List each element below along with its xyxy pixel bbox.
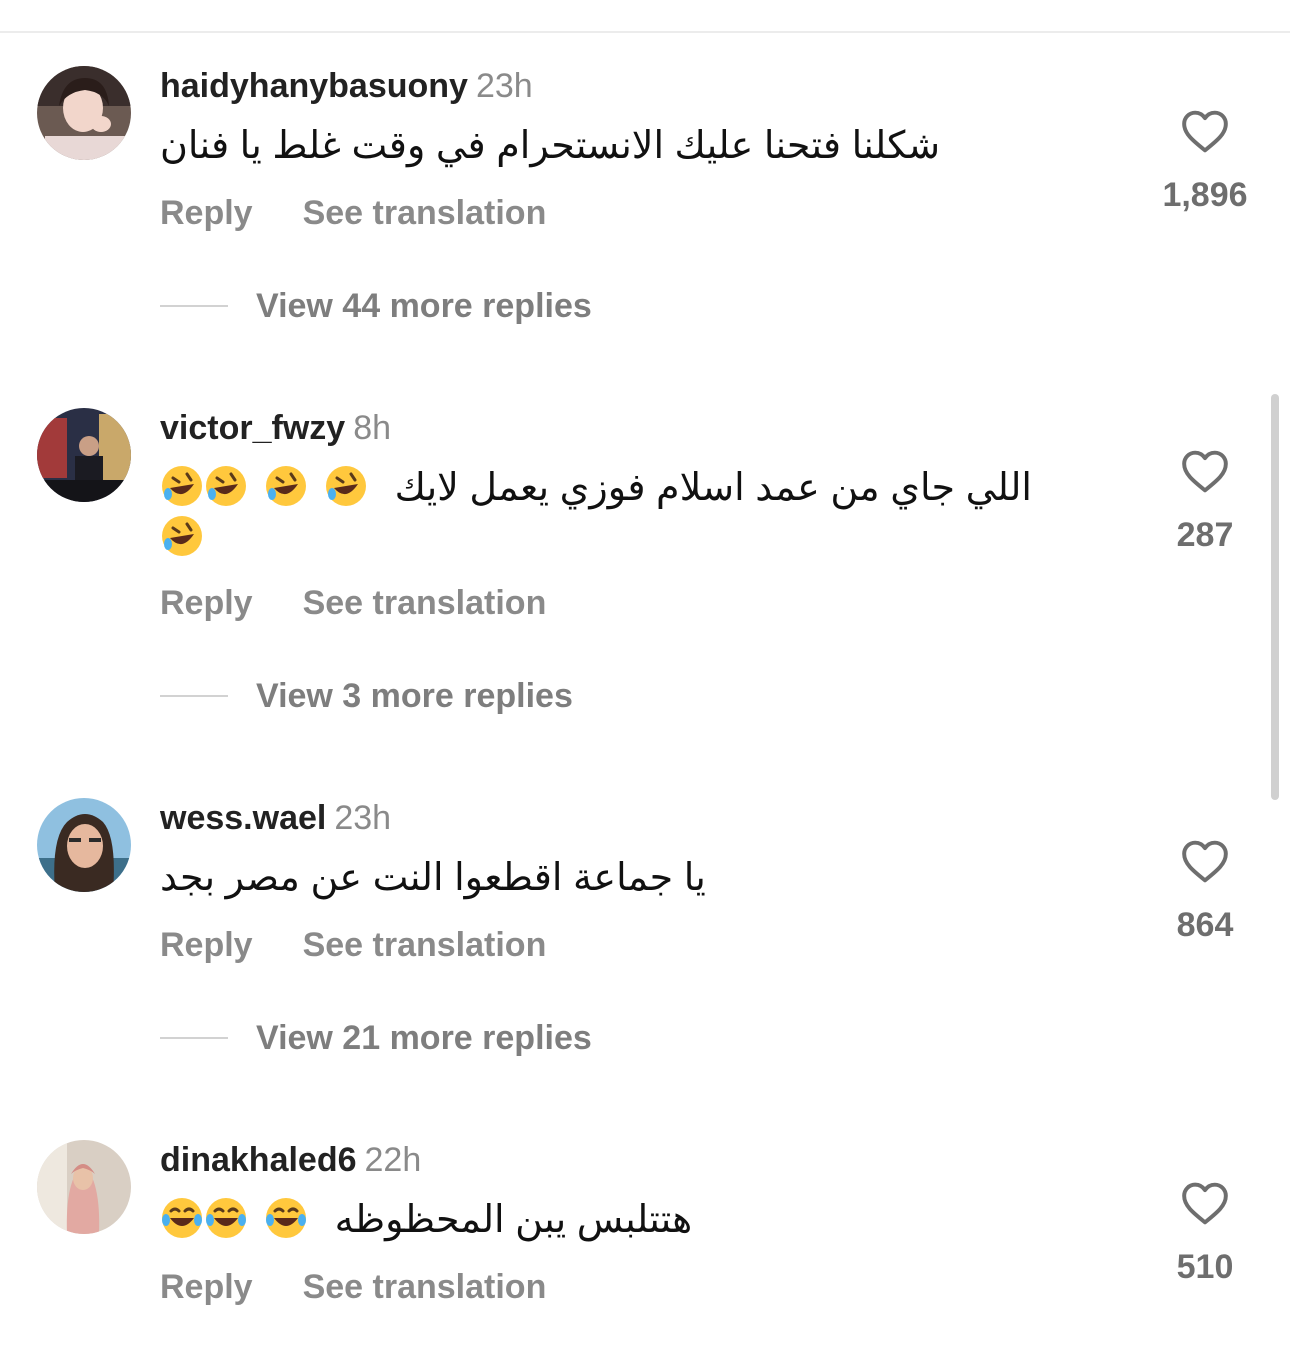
username-line: dinakhaled6 22h: [160, 1140, 421, 1180]
heart-icon[interactable]: [1180, 1180, 1230, 1226]
timestamp: 23h: [334, 799, 392, 837]
joy-emoji-icon: [160, 1196, 204, 1240]
avatar[interactable]: [37, 798, 131, 892]
timestamp: 23h: [475, 67, 533, 105]
like-group: 287: [1130, 448, 1280, 555]
rofl-emoji-icon: [324, 464, 368, 508]
comment-body: اللي جاي من عمد اسلام فوزي يعمل لايك: [394, 467, 1032, 509]
view-replies-button[interactable]: View 44 more replies: [160, 286, 592, 326]
username[interactable]: dinakhaled6: [160, 1141, 357, 1179]
top-divider: [0, 31, 1290, 33]
joy-emoji-icon: [204, 1196, 248, 1240]
reply-button[interactable]: Reply: [160, 584, 253, 622]
comment-actions: Reply See translation: [160, 1268, 546, 1307]
like-group: 864: [1130, 838, 1280, 945]
comment-actions: Reply See translation: [160, 194, 546, 233]
like-count: 864: [1176, 906, 1234, 944]
username-line: wess.wael 23h: [160, 798, 391, 838]
heart-icon[interactable]: [1180, 108, 1230, 154]
rofl-emoji-icon: [160, 464, 204, 508]
comment-body: شكلنا فتحنا عليك الانستحرام في وقت غلط ي…: [160, 125, 941, 167]
see-translation-button[interactable]: See translation: [303, 926, 547, 964]
comment-body: هتتلبس يبن المحظوظه: [334, 1199, 693, 1241]
view-replies-label: View 44 more replies: [256, 286, 592, 325]
view-replies-button[interactable]: View 3 more replies: [160, 676, 573, 716]
comment-actions: Reply See translation: [160, 926, 546, 965]
replies-divider: [160, 305, 228, 307]
username[interactable]: wess.wael: [160, 799, 326, 837]
rofl-emoji-icon: [204, 464, 248, 508]
see-translation-button[interactable]: See translation: [303, 194, 547, 232]
see-translation-button[interactable]: See translation: [303, 1268, 547, 1306]
username-line: haidyhanybasuony 23h: [160, 66, 533, 106]
comment-text: هتتلبس يبن المحظوظه: [160, 1194, 692, 1246]
comment-text: يا جماعة اقطعوا النت عن مصر بجد: [160, 852, 706, 904]
comment-text: شكلنا فتحنا عليك الانستحرام في وقت غلط ي…: [160, 120, 940, 172]
rofl-emoji-icon: [264, 464, 308, 508]
view-replies-label: View 21 more replies: [256, 1018, 592, 1057]
avatar[interactable]: [37, 66, 131, 160]
replies-divider: [160, 695, 228, 697]
avatar[interactable]: [37, 1140, 131, 1234]
avatar[interactable]: [37, 408, 131, 502]
reply-button[interactable]: Reply: [160, 194, 253, 232]
like-count: 510: [1176, 1248, 1234, 1286]
reply-button[interactable]: Reply: [160, 1268, 253, 1306]
username[interactable]: haidyhanybasuony: [160, 67, 468, 105]
timestamp: 22h: [364, 1141, 422, 1179]
replies-divider: [160, 1037, 228, 1039]
view-replies-label: View 3 more replies: [256, 676, 573, 715]
comment-text: اللي جاي من عمد اسلام فوزي يعمل لايك: [160, 462, 1032, 514]
reply-button[interactable]: Reply: [160, 926, 253, 964]
timestamp: 8h: [353, 409, 392, 447]
rofl-emoji-icon: [160, 514, 204, 558]
username-line: victor_fwzy 8h: [160, 408, 391, 448]
like-count: 1,896: [1162, 176, 1248, 214]
comment-text-line-2: [160, 512, 204, 564]
heart-icon[interactable]: [1180, 448, 1230, 494]
comment-body: يا جماعة اقطعوا النت عن مصر بجد: [160, 857, 706, 899]
like-count: 287: [1176, 516, 1234, 554]
username[interactable]: victor_fwzy: [160, 409, 345, 447]
comment-actions: Reply See translation: [160, 584, 546, 623]
see-translation-button[interactable]: See translation: [303, 584, 547, 622]
like-group: 1,896: [1130, 108, 1280, 215]
joy-emoji-icon: [264, 1196, 308, 1240]
heart-icon[interactable]: [1180, 838, 1230, 884]
like-group: 510: [1130, 1180, 1280, 1287]
view-replies-button[interactable]: View 21 more replies: [160, 1018, 592, 1058]
